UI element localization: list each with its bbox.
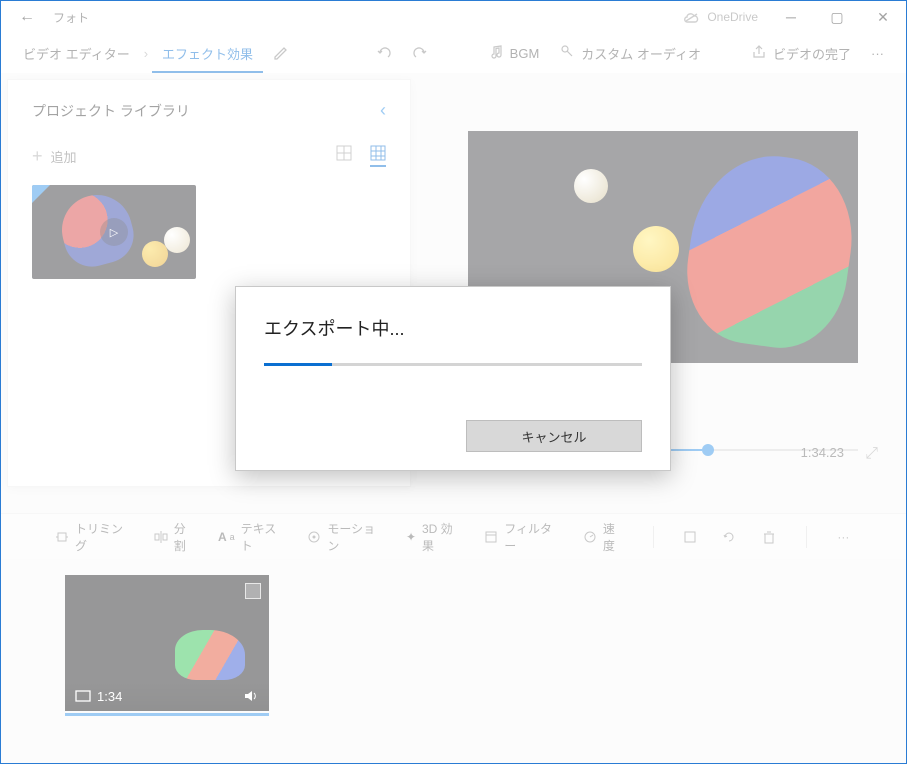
maximize-button[interactable]: ▢ — [814, 1, 860, 33]
crop-button[interactable] — [682, 529, 699, 545]
cancel-button[interactable]: キャンセル — [466, 420, 642, 452]
panel-back-button[interactable]: ‹ — [380, 100, 386, 121]
more-button[interactable]: ··· — [861, 46, 894, 61]
dialog-title: エクスポート中... — [264, 315, 642, 341]
selected-corner-icon — [32, 185, 50, 203]
play-icon: ▷ — [100, 218, 128, 246]
motion-icon — [307, 530, 321, 544]
panel-title: プロジェクト ライブラリ — [32, 101, 190, 121]
music-icon — [488, 44, 504, 63]
trim-icon — [55, 530, 69, 544]
storyboard-clip[interactable]: 1:34 — [65, 575, 269, 711]
chevron-right-icon: › — [144, 46, 148, 61]
speed-icon — [583, 530, 597, 544]
motion-button[interactable]: モーション — [307, 520, 384, 554]
clip-checkbox[interactable] — [245, 583, 261, 599]
sparkle-icon: ✦ — [406, 530, 416, 544]
onedrive-label: OneDrive — [707, 10, 758, 24]
text-icon: A — [218, 530, 227, 544]
storyboard-more-button[interactable]: ··· — [835, 530, 852, 544]
close-button[interactable]: ✕ — [860, 1, 906, 33]
app-title: フォト — [53, 9, 89, 26]
undo-button[interactable] — [366, 45, 402, 61]
export-progress-bar — [264, 363, 642, 366]
minimize-button[interactable]: ─ — [768, 1, 814, 33]
onedrive-status[interactable]: OneDrive — [683, 10, 758, 24]
speed-button[interactable]: 速度 — [583, 520, 625, 554]
plus-icon: + — [32, 146, 43, 167]
split-button[interactable]: 分割 — [154, 520, 196, 554]
breadcrumb-effects[interactable]: エフェクト効果 — [152, 44, 263, 73]
redo-button[interactable] — [402, 45, 438, 61]
edit-title-button[interactable] — [263, 45, 299, 61]
clip-duration: 1:34 — [97, 689, 122, 704]
text-button[interactable]: A a テキスト — [218, 520, 285, 554]
back-button[interactable]: ← — [9, 8, 45, 26]
3d-effects-button[interactable]: ✦ 3D 効果 — [406, 520, 462, 554]
volume-icon[interactable] — [243, 689, 259, 703]
top-toolbar: ビデオ エディター › エフェクト効果 BGM カスタム オーディオ ビデオの完… — [1, 33, 906, 73]
library-clip-thumbnail[interactable]: ▷ — [32, 185, 196, 279]
clip-selection-bar — [65, 713, 269, 716]
preview-timecode: 1:34.23 — [801, 445, 844, 460]
filter-icon — [484, 530, 498, 544]
grid-large-icon[interactable] — [336, 145, 352, 167]
delete-button[interactable] — [761, 529, 778, 545]
storyboard-toolbar: トリミング 分割 A a テキスト モーション ✦ 3D 効果 フィルター 速度… — [1, 513, 906, 559]
custom-audio-button[interactable]: カスタム オーディオ — [549, 44, 711, 63]
split-icon — [154, 530, 168, 544]
rotate-button[interactable] — [721, 529, 738, 545]
add-button[interactable]: + 追加 — [32, 146, 77, 167]
breadcrumb-video-editor[interactable]: ビデオ エディター — [13, 44, 140, 63]
emoji-sticker — [633, 226, 679, 272]
grid-small-icon[interactable] — [370, 145, 386, 167]
export-dialog: エクスポート中... キャンセル — [235, 286, 671, 471]
cloud-icon — [683, 11, 701, 23]
finish-video-button[interactable]: ビデオの完了 — [741, 44, 861, 63]
mic-icon — [559, 44, 575, 63]
filter-button[interactable]: フィルター — [484, 520, 561, 554]
export-icon — [751, 44, 767, 63]
fullscreen-button[interactable]: ⤢ — [865, 445, 878, 463]
trimming-button[interactable]: トリミング — [55, 520, 132, 554]
window-titlebar: ← フォト OneDrive ─ ▢ ✕ — [1, 1, 906, 33]
clip-icon — [75, 690, 91, 702]
bgm-button[interactable]: BGM — [478, 44, 550, 63]
